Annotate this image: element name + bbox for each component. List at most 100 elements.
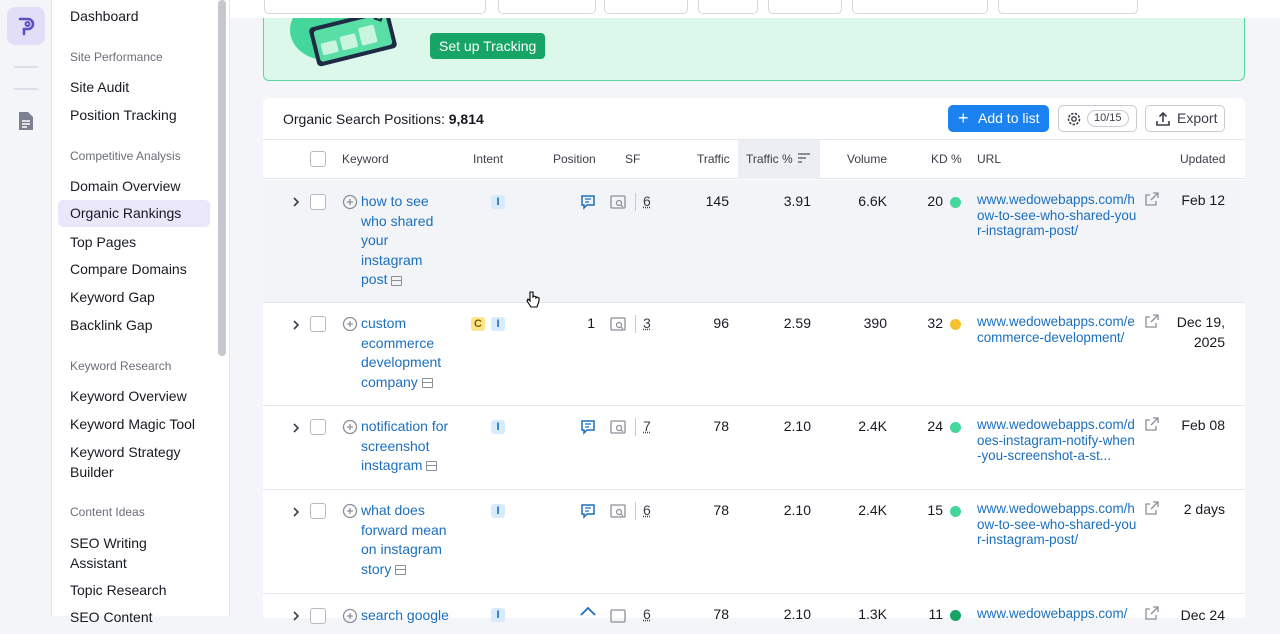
columns-settings-button[interactable]: 10/15 [1058,105,1137,132]
col-url[interactable]: URL [977,152,1001,166]
sidebar-item-topic-research[interactable]: Topic Research [58,580,210,600]
table-row[interactable]: search google I 6 78 2.10 1.3K 11 www.we… [263,594,1245,634]
filter-box[interactable] [852,0,988,14]
kd-indicator [950,319,961,330]
chevron-right-icon[interactable] [291,319,301,331]
setup-tracking-button[interactable]: Set up Tracking [430,33,546,59]
row-checkbox[interactable] [310,608,326,624]
serp-preview-icon[interactable] [421,378,433,389]
serp-features-icon[interactable] [610,504,626,518]
kd-indicator [950,197,961,208]
sidebar-item-organic-rankings[interactable]: Organic Rankings [58,200,210,227]
external-link-icon[interactable] [1145,501,1159,515]
url-link[interactable]: www.wedowebapps.com/ [977,606,1139,622]
add-circle-icon[interactable] [342,503,358,519]
sf-count[interactable]: 6 [643,502,651,518]
sidebar-item-keyword-gap[interactable]: Keyword Gap [58,287,210,307]
keyword-link[interactable]: notification for screenshot instagram [361,417,453,476]
row-checkbox[interactable] [310,316,326,332]
table-row[interactable]: how to see who shared your instagram pos… [263,180,1245,303]
filter-box[interactable] [698,0,758,14]
sidebar-item-top-pages[interactable]: Top Pages [58,232,210,252]
filter-box[interactable] [998,0,1138,14]
sf-count[interactable]: 6 [643,606,651,622]
sf-count[interactable]: 7 [643,418,651,434]
sidebar-item-domain-overview[interactable]: Domain Overview [58,176,210,196]
row-checkbox[interactable] [310,194,326,210]
url-link[interactable]: www.wedowebapps.com/does-instagram-notif… [977,417,1139,464]
keyword-link[interactable]: custom ecommerce development company [361,314,447,392]
sidebar-item-position-tracking[interactable]: Position Tracking [58,105,210,125]
kd-value: 11 [928,606,943,622]
serp-preview-icon[interactable] [395,565,407,576]
keyword-link[interactable]: how to see who shared your instagram pos… [361,192,447,290]
serp-preview-icon[interactable] [426,461,438,472]
external-link-icon[interactable] [1145,606,1159,620]
sidebar-item-seo-content[interactable]: SEO Content [58,607,210,627]
sidebar-item-backlink-gap[interactable]: Backlink Gap [58,315,210,335]
serp-features-icon[interactable] [610,420,626,434]
sidebar-item-keyword-magic-tool[interactable]: Keyword Magic Tool [58,414,210,434]
sf-count[interactable]: 3 [643,315,651,331]
sf-count[interactable]: 6 [643,193,651,209]
col-traffic-pct[interactable]: Traffic % [746,152,793,166]
sidebar-item-seo-writing-assistant[interactable]: SEO Writing Assistant [58,533,188,573]
table-row[interactable]: notification for screenshot instagram I … [263,406,1245,490]
filter-box[interactable] [604,0,688,14]
sidebar-item-compare-domains[interactable]: Compare Domains [58,259,210,279]
rail-divider [14,88,38,90]
row-checkbox[interactable] [310,503,326,519]
chevron-right-icon[interactable] [291,196,301,208]
col-volume[interactable]: Volume [847,152,887,166]
external-link-icon[interactable] [1145,314,1159,328]
external-link-icon[interactable] [1145,192,1159,206]
intent-badge: I [491,504,505,518]
intent-badge: C [471,317,485,331]
sidebar-item-keyword-strategy-builder[interactable]: Keyword Strategy Builder [58,442,198,482]
document-icon[interactable] [16,110,36,137]
serp-features-icon[interactable] [610,195,626,209]
add-to-list-button[interactable]: + Add to list [948,105,1049,132]
col-position[interactable]: Position [553,152,596,166]
add-circle-icon[interactable] [342,316,358,332]
table-row[interactable]: what does forward mean on instagram stor… [263,490,1245,594]
serp-preview-icon[interactable] [391,275,403,286]
filter-box[interactable] [264,0,486,14]
sort-desc-icon[interactable] [797,152,811,164]
sidebar-item-dashboard[interactable]: Dashboard [58,6,210,26]
col-traffic[interactable]: Traffic [697,152,730,166]
featured-snippet-icon [581,195,595,210]
add-circle-icon[interactable] [342,194,358,210]
filter-box[interactable] [768,0,842,14]
sidebar-item-keyword-overview[interactable]: Keyword Overview [58,386,210,406]
col-intent[interactable]: Intent [473,152,503,166]
export-button[interactable]: Export [1145,105,1225,132]
chevron-right-icon[interactable] [291,610,301,622]
add-circle-icon[interactable] [342,419,358,435]
chevron-right-icon[interactable] [291,422,301,434]
col-keyword[interactable]: Keyword [342,152,389,166]
plus-icon: + [958,108,969,128]
sidebar-item-site-audit[interactable]: Site Audit [58,77,210,97]
sidebar-scrollbar[interactable] [218,0,226,356]
url-link[interactable]: www.wedowebapps.com/how-to-see-who-share… [977,192,1139,239]
select-all-checkbox[interactable] [310,151,326,167]
external-link-icon[interactable] [1145,417,1159,431]
sidebar: Dashboard Site Performance Site Audit Po… [52,0,230,625]
chevron-right-icon[interactable] [291,506,301,518]
url-link[interactable]: www.wedowebapps.com/how-to-see-who-share… [977,501,1139,548]
add-circle-icon[interactable] [342,608,358,624]
volume-value: 2.4K [858,418,887,434]
updated-value: Feb 08 [1181,417,1225,433]
col-sf[interactable]: SF [625,152,640,166]
url-link[interactable]: www.wedowebapps.com/ecommerce-developmen… [977,314,1139,345]
serp-features-icon[interactable] [610,317,626,331]
col-updated[interactable]: Updated [1180,152,1225,166]
app-logo-icon[interactable] [7,7,45,45]
table-row[interactable]: custom ecommerce development company C I… [263,303,1245,406]
serp-features-icon[interactable] [610,609,626,623]
row-checkbox[interactable] [310,419,326,435]
filter-box[interactable] [498,0,596,14]
keyword-link[interactable]: what does forward mean on instagram stor… [361,501,453,579]
col-kd[interactable]: KD % [931,152,962,166]
